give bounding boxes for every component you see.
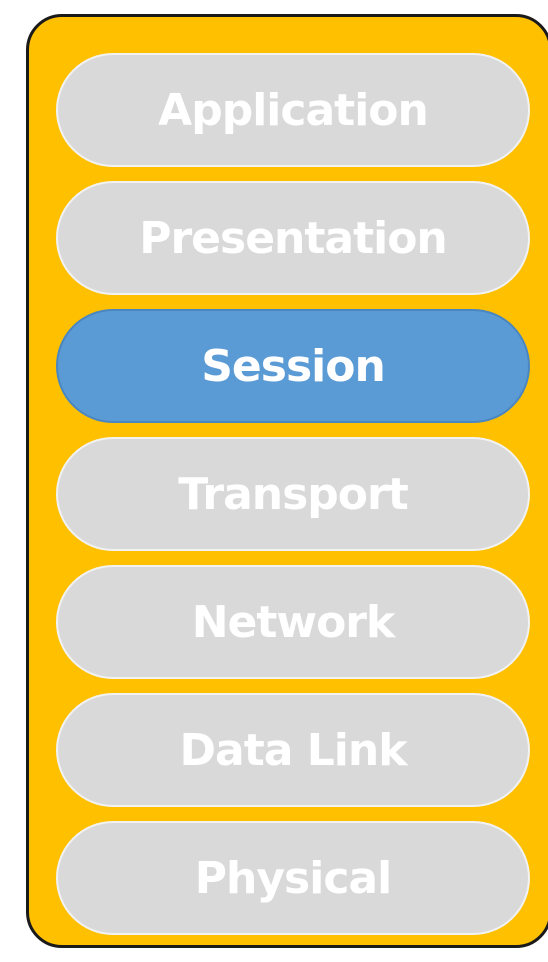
layer-transport: Transport	[56, 437, 530, 551]
layer-label: Application	[158, 84, 429, 136]
layer-physical: Physical	[56, 821, 530, 935]
layer-label: Session	[201, 340, 386, 392]
layer-application: Application	[56, 53, 530, 167]
layer-label: Transport	[178, 468, 409, 520]
layer-session: Session	[56, 309, 530, 423]
layer-data-link: Data Link	[56, 693, 530, 807]
layer-network: Network	[56, 565, 530, 679]
layer-presentation: Presentation	[56, 181, 530, 295]
layer-label: Data Link	[179, 724, 408, 776]
layer-label: Network	[191, 596, 396, 648]
layer-stack: Application Presentation Session Transpo…	[26, 14, 548, 948]
layer-label: Physical	[194, 852, 392, 904]
layer-list: Application Presentation Session Transpo…	[56, 53, 530, 935]
layer-label: Presentation	[139, 212, 448, 264]
